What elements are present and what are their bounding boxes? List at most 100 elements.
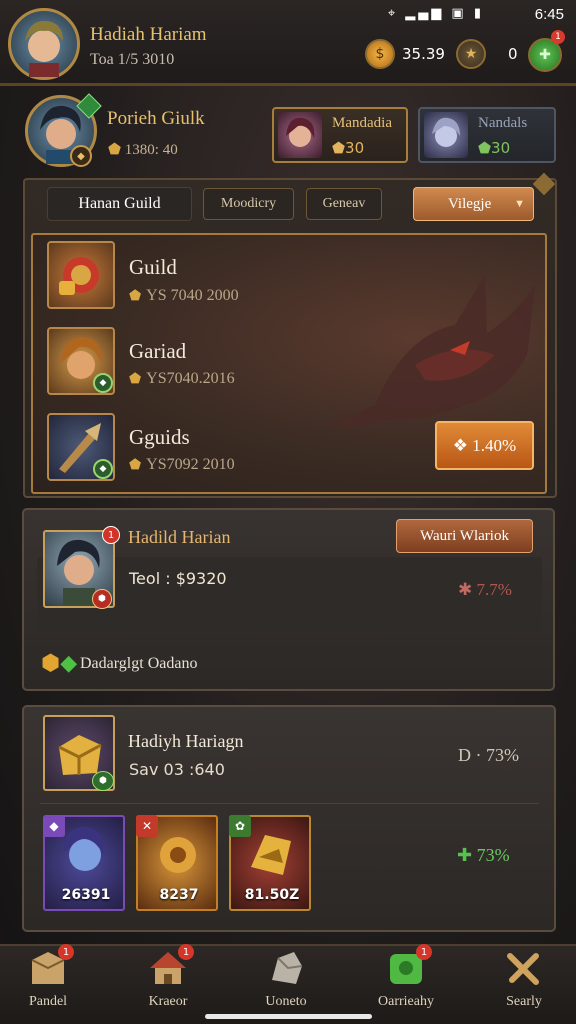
guild-list-item-stat-value: YS7092 2010: [146, 456, 235, 473]
tab-geneav[interactable]: Geneav: [306, 188, 382, 220]
guild-name: Porieh Giulk: [107, 108, 205, 129]
reward-name: Hadiyh Hariagn: [128, 731, 244, 751]
nav-item-kraeor[interactable]: 1 Kraeor: [120, 944, 216, 1024]
hero-face-icon: [432, 117, 460, 147]
guild-list-item-icon: ◆: [47, 327, 115, 395]
notification-badge: 1: [102, 526, 120, 544]
star-icon: ✱: [458, 580, 477, 599]
bonus-percent-value: 73%: [476, 845, 510, 865]
nav-item-pandel[interactable]: 1 Pandel: [0, 944, 96, 1024]
nav-item-oarrieahy[interactable]: 1 Oarrieahy: [358, 944, 454, 1024]
perk-icons: ⬢◆: [41, 651, 77, 676]
member-avatar: [424, 112, 468, 158]
reward-percent: D · 73%: [458, 745, 519, 765]
member-value-text: 30: [345, 139, 365, 157]
guild-list-item-icon: [47, 241, 115, 309]
player-subtitle: Toa 1/5 3010: [90, 51, 175, 68]
member-value-text: 30: [491, 139, 511, 157]
shield-icon: ⬟: [108, 142, 125, 158]
status-icons: ⌖ ▂▄▆ ▣ ▮: [387, 6, 484, 21]
guild-list-item-stat: ⬟ YS7040.2016: [129, 370, 235, 388]
divider: [40, 803, 538, 804]
shield-icon: ⬟: [332, 139, 346, 157]
star-value: 0: [508, 45, 518, 63]
reward-card-value: 81.50Z: [244, 887, 300, 903]
tab-hanan-guild[interactable]: Hanan Guild: [47, 187, 192, 221]
rock-icon: [272, 952, 303, 984]
reward-card[interactable]: ✿ 81.50Z: [229, 815, 311, 911]
member-value: Teol : $9320: [129, 569, 227, 588]
coin-icon[interactable]: $: [365, 39, 395, 69]
shield-icon: ⬟: [129, 458, 142, 473]
tools-icon: [507, 953, 539, 985]
reward-subtitle: Sav 03 :640: [129, 760, 225, 779]
hero-face-icon: [25, 20, 63, 77]
guild-list-item-stat-value: YS 7040 2000: [146, 287, 239, 304]
notification-badge: 1: [416, 944, 432, 960]
guild-list-item-stat: ⬟ YS 7040 2000: [129, 287, 239, 305]
coin-value: 35.39: [402, 45, 445, 63]
member-card[interactable]: Nandals ⬟30: [418, 107, 556, 163]
home-indicator[interactable]: [205, 1014, 372, 1019]
member-percent-value: 7.7%: [476, 580, 512, 599]
member-name: Mandadia: [332, 115, 392, 131]
guild-list-item-name: Guild: [129, 255, 177, 279]
hero-face-icon: [286, 117, 315, 147]
visit-button[interactable]: Wauri Wlariok: [396, 519, 533, 553]
bonus-percent: ✚ 73%: [457, 845, 510, 866]
member-value: ⬟30: [332, 139, 364, 157]
reward-button[interactable]: ❖ 1.40%: [435, 421, 534, 470]
guild-list-item-name: Gguids: [129, 425, 190, 449]
member-name: Nandals: [478, 115, 528, 131]
guild-list-item-icon: ◆: [47, 413, 115, 481]
shield-icon: ⬟: [129, 289, 142, 304]
nav-item-uoneto[interactable]: Uoneto: [238, 944, 334, 1024]
reward-card-value: 26391: [61, 887, 111, 903]
filter-dropdown[interactable]: Vilegje ▼: [413, 187, 534, 221]
star-icon[interactable]: ★: [456, 39, 486, 69]
top-header: [0, 0, 576, 86]
status-time: 6:45: [534, 6, 564, 23]
member-name: Hadild Harian: [128, 527, 231, 547]
nav-label: Pandel: [28, 994, 68, 1009]
chevron-down-icon: ▼: [514, 198, 525, 210]
player-name: Hadiah Hariam: [90, 24, 207, 45]
card-rank-icon: ✿: [229, 815, 251, 837]
member-avatar: [278, 112, 322, 158]
level-badge-icon: ◆: [93, 373, 113, 393]
nav-label: Oarrieahy: [378, 994, 434, 1009]
card-rank-icon: ✕: [136, 815, 158, 837]
reward-card[interactable]: ✕ 8237: [136, 815, 218, 911]
nav-label: Kraeor: [148, 994, 188, 1009]
guild-stat-value: 1380: 40: [124, 142, 178, 158]
gold-gem-icon: ⬢: [41, 651, 61, 676]
guild-level-icon: ◆: [70, 145, 92, 167]
member-value: ⬟30: [478, 139, 510, 157]
nav-label: Uoneto: [265, 994, 307, 1009]
green-gem-icon: ◆: [60, 651, 78, 676]
player-avatar[interactable]: [8, 8, 80, 80]
level-badge-icon: ◆: [93, 459, 113, 479]
notification-badge: 1: [58, 944, 74, 960]
guild-list-item-name: Gariad: [129, 339, 187, 363]
nav-label: Searly: [506, 994, 542, 1009]
guild-list-item-stat: ⬟ YS7092 2010: [129, 456, 235, 474]
guild-list-item-stat-value: YS7040.2016: [146, 370, 235, 387]
reward-card-value: 8237: [159, 887, 199, 903]
shield-icon: ⬟: [129, 372, 142, 387]
member-percent: ✱ 7.7%: [458, 580, 512, 600]
perk-label: Dadarglgt Oadano: [80, 655, 198, 672]
nav-item-searly[interactable]: Searly: [476, 944, 572, 1024]
notification-badge: 1: [178, 944, 194, 960]
guild-emblem-icon: [59, 257, 99, 295]
level-badge-icon: ⬢: [92, 589, 112, 609]
notification-badge: 1: [551, 30, 565, 44]
reward-card[interactable]: ◆ 26391: [43, 815, 125, 911]
shield-icon: ⬟: [478, 139, 492, 157]
guild-stat: ⬟ 1380: 40: [108, 140, 178, 159]
member-card[interactable]: Mandadia ⬟30: [272, 107, 408, 163]
tab-moodicry[interactable]: Moodicry: [203, 188, 294, 220]
dropdown-value: Vilegje: [448, 195, 492, 212]
level-badge-icon: ⬢: [92, 771, 114, 791]
card-rank-icon: ◆: [43, 815, 65, 837]
